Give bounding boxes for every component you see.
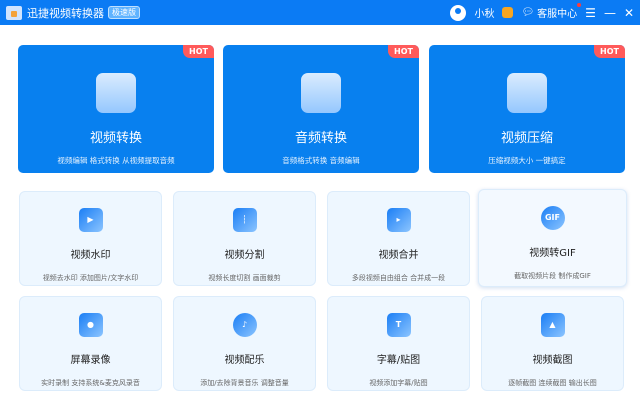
tool-gif[interactable]: GIF 视频转GIF 截取视频片段 制作成GIF [478,189,627,287]
card-desc: 视频编辑 格式转换 从视频提取音频 [57,156,175,165]
tool-desc: 视频去水印 添加图片/文字水印 [42,274,139,282]
card-desc: 音频格式转换 音频编辑 [282,156,360,165]
tool-title: 视频截图 [532,355,573,366]
star-text-icon: T [386,313,411,337]
close-button[interactable]: ✕ [624,6,634,20]
image-icon: ▲ [540,313,565,337]
menu-button[interactable]: ☰ [585,6,596,20]
tool-desc: 截取视频片段 制作成GIF [514,272,591,280]
tool-title: 视频合并 [378,250,419,261]
customer-service-button[interactable]: 💬︎ 客服中心 [521,3,582,20]
card-title: 视频压缩 [500,131,553,146]
card-video-convert[interactable]: HOT 视频转换 视频编辑 格式转换 从视频提取音频 [18,45,214,173]
tool-title: 视频转GIF [529,248,576,259]
merge-icon: ▸ [386,208,411,232]
tool-music[interactable]: ♪ 视频配乐 添加/去除背景音乐 调整音量 [173,296,316,391]
tool-watermark[interactable]: ▶ 视频水印 视频去水印 添加图片/文字水印 [19,191,162,286]
hot-badge: HOT [183,45,214,58]
customer-service-label: 客服中心 [537,9,578,20]
tool-desc: 实时录制 支持系统&麦克风录音 [41,379,140,387]
minimize-button[interactable]: — [604,6,616,20]
card-desc: 压缩视频大小 一键搞定 [488,156,566,165]
tool-desc: 视频长度切割 画面裁剪 [208,274,281,282]
hot-badge: HOT [388,45,419,58]
card-audio-convert[interactable]: HOT 音频转换 音频格式转换 音频编辑 [223,45,419,173]
vip-icon[interactable] [502,7,514,18]
video-convert-icon [96,73,136,113]
card-title: 视频转换 [89,131,142,146]
chat-icon: 💬︎ [521,7,535,18]
split-icon: ┆ [232,208,257,232]
tool-screenshot[interactable]: ▲ 视频截图 逐帧截图 连续截图 输出长图 [481,296,624,391]
tool-desc: 逐帧截图 连续截图 输出长图 [508,379,597,387]
tool-title: 视频配乐 [224,355,265,366]
notification-dot [577,3,582,7]
screen-record-icon: ● [78,313,103,337]
tool-desc: 多段视频自由组合 合并成一段 [351,274,446,282]
tool-subtitle[interactable]: T 字幕/贴图 视频添加字幕/贴图 [327,296,470,391]
card-video-compress[interactable]: HOT 视频压缩 压缩视频大小 一键搞定 [429,45,625,173]
card-title: 音频转换 [294,131,347,146]
tool-merge[interactable]: ▸ 视频合并 多段视频自由组合 合并成一段 [327,191,470,286]
hot-badge: HOT [594,45,625,58]
tool-title: 视频水印 [70,250,111,261]
music-disc-icon: ♪ [232,313,257,337]
avatar-icon[interactable] [450,4,467,21]
music-note-icon [301,73,341,113]
tool-title: 屏幕录像 [70,355,111,366]
app-title: 迅捷视频转换器 [27,6,104,20]
gif-icon: GIF [540,206,565,230]
camera-compress-icon [507,73,547,113]
tool-split[interactable]: ┆ 视频分割 视频长度切割 画面裁剪 [173,191,316,286]
username[interactable]: 小秋 [474,5,494,20]
tool-desc: 添加/去除背景音乐 调整音量 [200,379,289,387]
edition-badge: 极速版 [108,6,140,19]
title-bar: 迅捷视频转换器 极速版 小秋 💬︎ 客服中心 ☰ — ✕ [0,0,640,25]
tool-desc: 视频添加字幕/贴图 [369,379,428,387]
tool-screen-record[interactable]: ● 屏幕录像 实时录制 支持系统&麦克风录音 [19,296,162,391]
tool-title: 字幕/贴图 [376,355,421,366]
tool-title: 视频分割 [224,250,265,261]
app-logo-icon [6,5,22,20]
watermark-icon: ▶ [78,208,103,232]
